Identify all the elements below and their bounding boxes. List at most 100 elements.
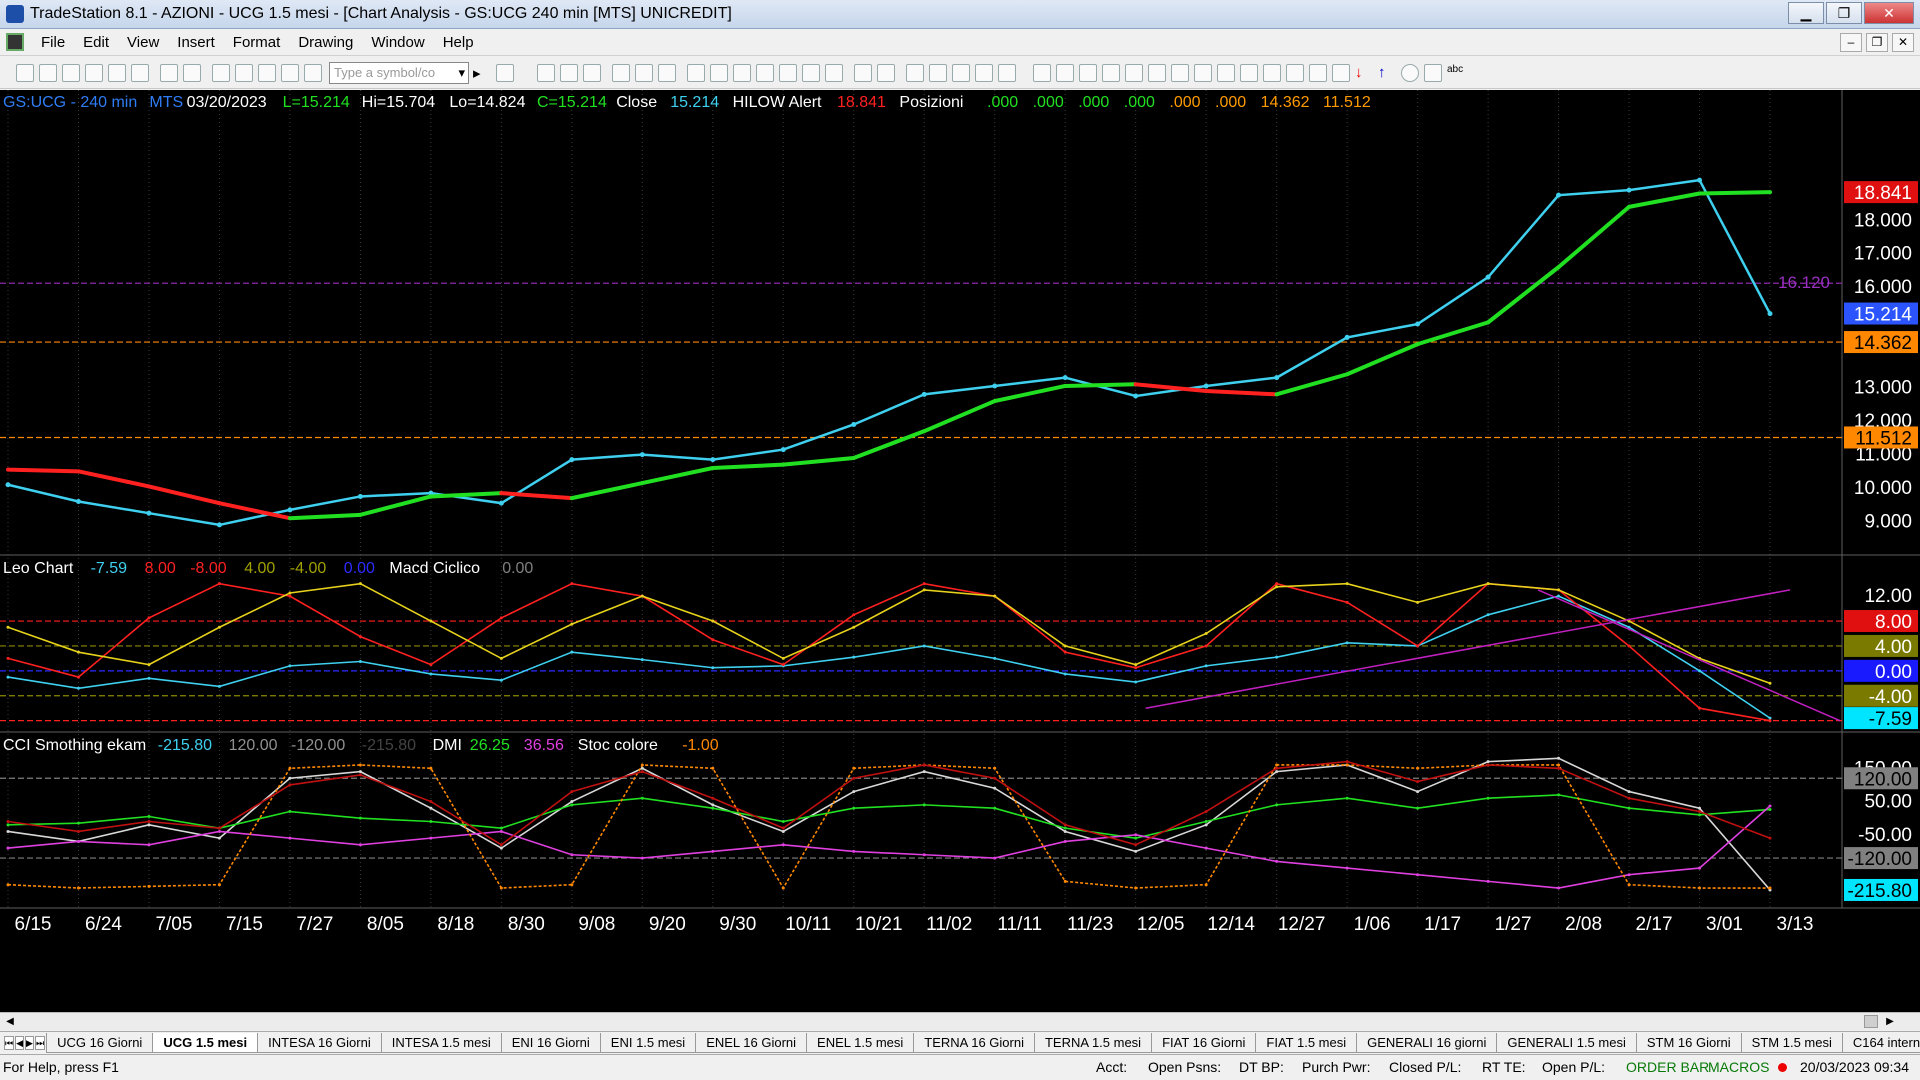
tab-intesa-1-5-mesi[interactable]: INTESA 1.5 mesi [380, 1033, 502, 1053]
menu-file[interactable]: File [32, 34, 74, 51]
menu-drawing[interactable]: Drawing [289, 34, 362, 51]
tab-generali-16-giorni[interactable]: GENERALI 16 giorni [1356, 1033, 1498, 1053]
andrews-pitchfork-icon[interactable] [1148, 63, 1166, 82]
tab-terna-1-5-mesi[interactable]: TERNA 1.5 mesi [1033, 1033, 1153, 1053]
scroll-left-icon[interactable]: ◀ [2, 1014, 18, 1029]
menu-edit[interactable]: Edit [74, 34, 118, 51]
radarscreen-icon[interactable] [733, 63, 751, 82]
indicator-icon[interactable] [612, 63, 630, 82]
tab-fiat-1-5-mesi[interactable]: FIAT 1.5 mesi [1255, 1033, 1358, 1053]
line-chart-icon[interactable] [583, 63, 601, 82]
tab-eni-16-giorni[interactable]: ENI 16 Giorni [500, 1033, 601, 1053]
lock-icon[interactable] [258, 63, 276, 82]
minimize-icon[interactable]: ▁ [1788, 2, 1824, 24]
leo-cyan-point [1275, 655, 1279, 659]
tab-stm-1-5-mesi[interactable]: STM 1.5 mesi [1740, 1033, 1843, 1053]
tab-intesa-16-giorni[interactable]: INTESA 16 Giorni [257, 1033, 382, 1053]
parallel-lines-icon[interactable] [1240, 63, 1258, 82]
portfolio-icon[interactable] [131, 63, 149, 82]
close-icon[interactable]: ✕ [1864, 2, 1914, 24]
print-icon[interactable] [183, 63, 201, 82]
arrow-horizontal-icon[interactable] [1194, 63, 1212, 82]
new-workspace-icon[interactable] [62, 63, 80, 82]
freehand-icon[interactable] [1332, 63, 1350, 82]
window-icon[interactable] [281, 63, 299, 82]
status-macros[interactable]: MACROS [1708, 1059, 1769, 1075]
tab-terna-16-giorni[interactable]: TERNA 16 Giorni [913, 1033, 1035, 1053]
menu-insert[interactable]: Insert [168, 34, 224, 51]
save-icon[interactable] [108, 63, 126, 82]
vertical-line-icon[interactable] [1217, 63, 1235, 82]
tab-eni-1-5-mesi[interactable]: ENI 1.5 mesi [599, 1033, 697, 1053]
menu-help[interactable]: Help [434, 34, 483, 51]
arc-icon[interactable] [1263, 63, 1281, 82]
tab-next-icon[interactable]: ▶ [25, 1035, 34, 1050]
open-workspace-icon[interactable] [85, 63, 103, 82]
status-order-bar[interactable]: ORDER BAR [1626, 1059, 1709, 1075]
zoom-out-icon[interactable] [877, 63, 895, 82]
symbol-lookup-icon[interactable] [496, 63, 514, 82]
menu-view[interactable]: View [118, 34, 168, 51]
tab-prev-icon[interactable]: ◀ [15, 1035, 25, 1050]
rectangle-icon[interactable] [1424, 63, 1442, 82]
tab-last-icon[interactable]: ⏭ [34, 1035, 46, 1050]
fibonacci-icon[interactable] [1125, 63, 1143, 82]
hide-icon[interactable] [998, 63, 1016, 82]
refresh-icon[interactable] [212, 63, 230, 82]
zoom-in-icon[interactable] [854, 63, 872, 82]
shift-bars-icon[interactable] [825, 63, 843, 82]
new-icon[interactable] [16, 63, 34, 82]
format-window-icon[interactable] [710, 63, 728, 82]
text-icon[interactable]: abc [1447, 64, 1465, 82]
scroll-thumb[interactable] [1864, 1015, 1878, 1028]
pointer-icon[interactable] [906, 63, 924, 82]
link-icon[interactable] [235, 63, 253, 82]
chart-window-icon[interactable] [6, 33, 24, 51]
play-icon[interactable]: ▸ [473, 64, 491, 82]
paintbar-icon[interactable] [658, 63, 676, 82]
tab-fiat-16-giorni[interactable]: FIAT 16 Giorni [1151, 1033, 1257, 1053]
tab-stm-16-giorni[interactable]: STM 16 Giorni [1635, 1033, 1742, 1053]
horizontal-line-icon[interactable] [1079, 63, 1097, 82]
chart-canvas[interactable]: GS:UCG - 240 min MTS 03/20/2023 L=15.214 Hi=… [0, 90, 1920, 1012]
mdi-close-icon[interactable]: ✕ [1892, 33, 1914, 52]
menu-format[interactable]: Format [224, 34, 290, 51]
tab-generali-1-5-mesi[interactable]: GENERALI 1.5 mesi [1496, 1033, 1637, 1053]
tab-enel-1-5-mesi[interactable]: ENEL 1.5 mesi [806, 1033, 915, 1053]
gann-fan-icon[interactable] [1056, 63, 1074, 82]
optionstation-icon[interactable] [756, 63, 774, 82]
tab-ucg-16-giorni[interactable]: UCG 16 Giorni [46, 1033, 154, 1053]
tab-ucg-1-5-mesi[interactable]: UCG 1.5 mesi [152, 1033, 259, 1053]
scroll-right-icon[interactable]: ▶ [1882, 1014, 1898, 1029]
tools-icon[interactable] [952, 63, 970, 82]
speed-line-icon[interactable] [1102, 63, 1120, 82]
mdi-minimize-icon[interactable]: – [1840, 33, 1862, 52]
matrix-icon[interactable] [779, 63, 797, 82]
horizontal-scrollbar[interactable]: ◀ ▶ [0, 1012, 1920, 1030]
print-preview-icon[interactable] [160, 63, 178, 82]
symbol-input[interactable]: Type a symbol/co [329, 61, 469, 84]
fib-extension-icon[interactable] [1286, 63, 1304, 82]
pen-icon[interactable] [1309, 63, 1327, 82]
easy-language-icon[interactable] [975, 63, 993, 82]
tab-enel-16-giorni[interactable]: ENEL 16 Giorni [695, 1033, 808, 1053]
mdi-restore-icon[interactable]: ❐ [1866, 33, 1888, 52]
zoom-bars-icon[interactable] [802, 63, 820, 82]
arrow-down-icon[interactable]: ↓ [1355, 64, 1373, 82]
ellipse-icon[interactable] [1401, 63, 1419, 82]
candlestick-icon[interactable] [560, 63, 578, 82]
tab-first-icon[interactable]: ⏮ [4, 1035, 15, 1050]
regression-channel-icon[interactable] [1171, 63, 1189, 82]
tab-c164-interni[interactable]: C164 interni [1841, 1033, 1920, 1053]
open-icon[interactable] [39, 63, 57, 82]
settings-icon[interactable] [304, 63, 322, 82]
crosshair-icon[interactable] [929, 63, 947, 82]
strategy-icon[interactable] [635, 63, 653, 82]
maximize-icon[interactable]: ❐ [1826, 2, 1862, 24]
chart-analysis-window[interactable]: GS:UCG - 240 min MTS 03/20/2023 L=15.214 Hi=… [0, 90, 1920, 1012]
arrow-up-icon[interactable]: ↑ [1378, 64, 1396, 82]
bar-chart-icon[interactable] [537, 63, 555, 82]
trendline-icon[interactable] [1033, 63, 1051, 82]
menu-window[interactable]: Window [362, 34, 433, 51]
data-window-icon[interactable] [687, 63, 705, 82]
